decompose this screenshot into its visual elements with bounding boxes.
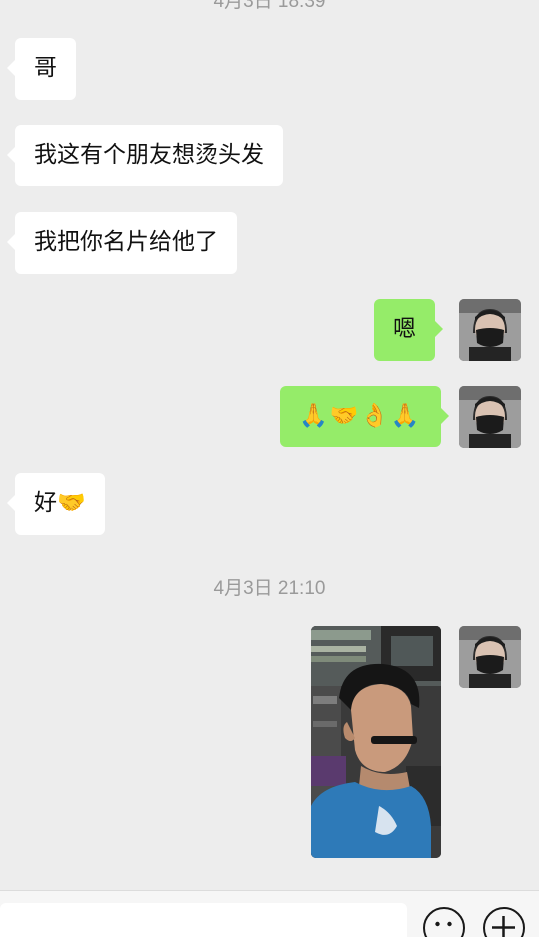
outgoing-message[interactable]: 嗯	[374, 299, 443, 361]
emoji-icon	[435, 921, 452, 927]
message-text: 我把你名片给他了	[34, 229, 218, 255]
my-avatar[interactable]	[459, 299, 521, 361]
message-text: 我这有个朋友想烫头发	[34, 142, 264, 168]
message-text: 哥	[34, 55, 57, 81]
masked-avatar-icon	[459, 626, 521, 688]
plus-button[interactable]	[483, 907, 525, 937]
message-text: 好🤝	[34, 490, 86, 516]
my-avatar[interactable]	[459, 626, 521, 688]
timestamp: 4月3日 18:39	[213, 0, 326, 12]
incoming-message[interactable]: 我这有个朋友想烫头发	[7, 125, 283, 186]
image-message[interactable]	[311, 626, 441, 858]
timestamp: 4月3日 21:10	[213, 578, 326, 599]
incoming-message[interactable]: 好🤝	[7, 473, 105, 535]
haircut-photo	[311, 626, 441, 858]
chat-area[interactable]: 4月3日 18:39 哥 我这有个朋友想烫头发 我把你名片给他了 嗯 🙏🤝👌🙏	[0, 0, 539, 890]
my-avatar[interactable]	[459, 386, 521, 448]
outgoing-message[interactable]: 🙏🤝👌🙏	[280, 386, 449, 447]
message-input[interactable]	[0, 903, 407, 937]
message-text: 🙏🤝👌🙏	[299, 403, 422, 429]
emoji-button[interactable]	[423, 907, 465, 937]
plus-icon	[492, 916, 515, 937]
input-bar	[0, 890, 539, 937]
message-text: 嗯	[393, 316, 416, 342]
incoming-message[interactable]: 哥	[7, 38, 76, 100]
masked-avatar-icon	[459, 299, 521, 361]
masked-avatar-icon	[459, 386, 521, 448]
incoming-message[interactable]: 我把你名片给他了	[7, 212, 237, 274]
